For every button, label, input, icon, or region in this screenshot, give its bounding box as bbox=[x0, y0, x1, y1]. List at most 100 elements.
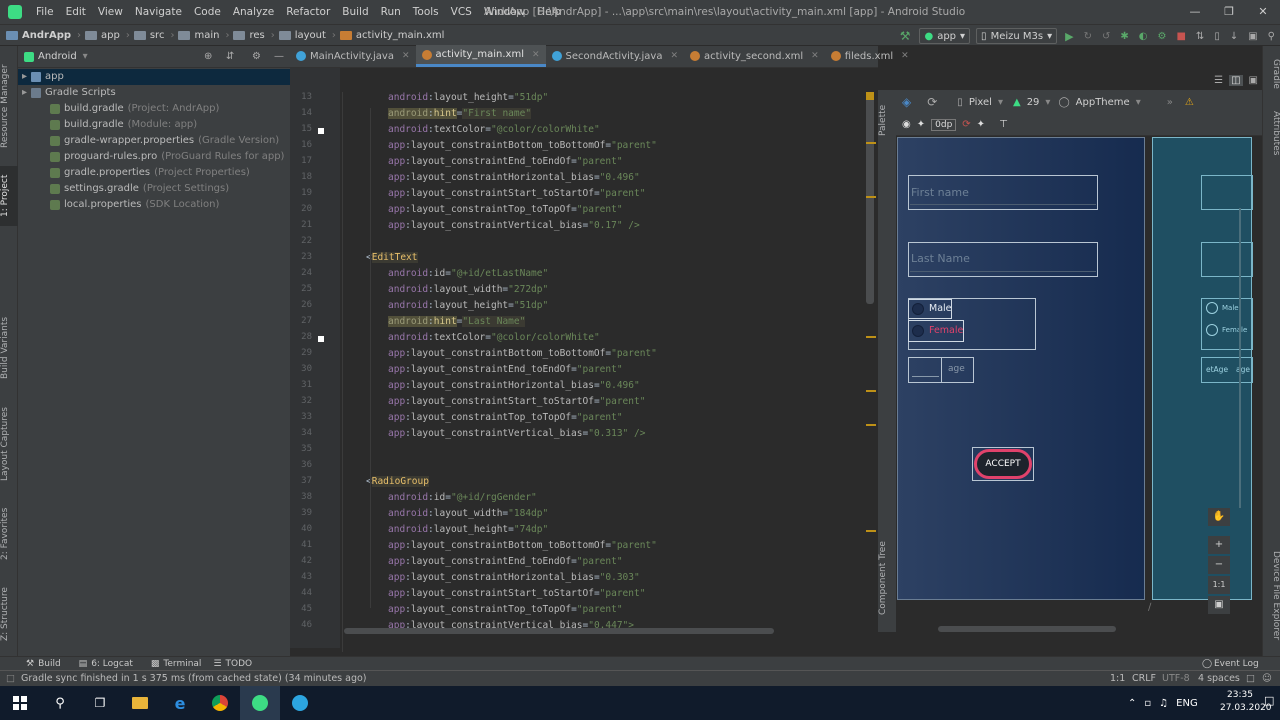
blueprint-preview[interactable]: Male Female etAge age bbox=[1152, 137, 1253, 600]
breadcrumb-item[interactable]: src bbox=[133, 30, 164, 41]
error-stripe-mark[interactable] bbox=[866, 196, 876, 198]
menu-code[interactable]: Code bbox=[188, 0, 227, 24]
project-tree-item[interactable]: ▸ Gradle Scripts bbox=[18, 85, 290, 101]
layout-inspector-icon[interactable]: ▣ bbox=[1248, 31, 1257, 42]
editor-tab[interactable]: activity_second.xml ✕ bbox=[684, 45, 825, 67]
project-tree-item[interactable]: local.properties (SDK Location) bbox=[18, 197, 290, 213]
tab-build-variants[interactable]: Build Variants bbox=[0, 316, 18, 380]
tab-resource-manager[interactable]: Resource Manager bbox=[0, 56, 18, 156]
color-swatch-icon[interactable] bbox=[318, 128, 324, 134]
menu-vcs[interactable]: VCS bbox=[445, 0, 478, 24]
clear-constraints-icon[interactable]: ⟳ bbox=[962, 119, 970, 130]
project-tree-item[interactable]: gradle.properties (Project Properties) bbox=[18, 165, 290, 181]
zoom-actual-size[interactable]: 1:1 bbox=[1208, 576, 1230, 594]
menu-refactor[interactable]: Refactor bbox=[280, 0, 336, 24]
project-view-select[interactable]: Android bbox=[38, 51, 77, 62]
male-radio[interactable]: Male bbox=[908, 299, 952, 319]
editor-tab[interactable]: MainActivity.java ✕ bbox=[290, 45, 416, 67]
breadcrumb-item[interactable]: layout bbox=[278, 30, 326, 41]
telegram-icon[interactable] bbox=[280, 686, 320, 720]
editor-tab[interactable]: SecondActivity.java ✕ bbox=[546, 45, 684, 67]
project-tree-item[interactable]: build.gradle (Module: app) bbox=[18, 117, 290, 133]
menu-run[interactable]: Run bbox=[375, 0, 407, 24]
clock[interactable]: 23:35 27.03.2020 bbox=[1220, 689, 1272, 715]
menu-file[interactable]: File bbox=[30, 0, 60, 24]
tab-logcat[interactable]: 6: Logcat bbox=[91, 659, 133, 669]
caret-position[interactable]: 1:1 bbox=[1110, 673, 1125, 684]
orientation-icon[interactable]: ⟳ bbox=[927, 95, 937, 109]
layers-icon[interactable]: ◈ bbox=[902, 95, 911, 109]
zoom-out-icon[interactable]: − bbox=[1208, 556, 1230, 574]
tab-project[interactable]: 1: Project bbox=[0, 166, 18, 226]
expand-arrow-icon[interactable]: ▸ bbox=[22, 69, 27, 85]
autoconnect-icon[interactable]: ✦ bbox=[917, 119, 925, 130]
file-explorer-icon[interactable] bbox=[120, 686, 160, 720]
device-select[interactable]: ▯ Meizu M3s ▾ bbox=[976, 28, 1058, 44]
split-view-icon[interactable]: ◫ bbox=[1229, 74, 1243, 86]
android-studio-taskbar-icon[interactable] bbox=[240, 686, 280, 720]
error-stripe-mark[interactable] bbox=[866, 424, 876, 426]
pan-hand-icon[interactable]: ✋ bbox=[1208, 508, 1230, 526]
warning-icon[interactable]: ⚠ bbox=[1185, 97, 1194, 108]
rerun-icon[interactable]: ↻ bbox=[1084, 31, 1092, 42]
tray-expand-icon[interactable]: ⌃ bbox=[1128, 698, 1136, 709]
close-tab-icon[interactable]: ✕ bbox=[402, 51, 410, 61]
tab-component-tree[interactable]: Component Tree bbox=[878, 540, 896, 616]
editor-vertical-scrollbar[interactable] bbox=[866, 92, 874, 304]
editor-tab[interactable]: fileds.xml ✕ bbox=[825, 45, 915, 67]
task-view-icon[interactable]: ❐ bbox=[80, 686, 120, 720]
theme-select[interactable]: AppTheme bbox=[1076, 97, 1130, 108]
tab-event-log[interactable]: Event Log bbox=[1214, 659, 1259, 669]
project-tree-item[interactable]: proguard-rules.pro (ProGuard Rules for ap… bbox=[18, 149, 290, 165]
avd-manager-icon[interactable]: ▯ bbox=[1214, 31, 1220, 42]
tab-device-file-explorer[interactable]: Device File Explorer bbox=[1263, 548, 1280, 644]
color-swatch-icon[interactable] bbox=[318, 336, 324, 342]
age-input[interactable] bbox=[908, 357, 942, 383]
close-icon[interactable]: ✕ bbox=[1246, 0, 1280, 24]
maximize-icon[interactable]: ❐ bbox=[1212, 0, 1246, 24]
align-icon[interactable]: ⊤ bbox=[999, 119, 1008, 130]
edge-icon[interactable]: e bbox=[160, 686, 200, 720]
code-view-icon[interactable]: ☰ bbox=[1214, 75, 1223, 86]
api-level-select[interactable]: 29 bbox=[1027, 97, 1040, 108]
tab-favorites[interactable]: 2: Favorites bbox=[0, 504, 18, 564]
close-tab-icon[interactable]: ✕ bbox=[901, 51, 909, 61]
close-tab-icon[interactable]: ✕ bbox=[532, 50, 540, 60]
menu-navigate[interactable]: Navigate bbox=[129, 0, 188, 24]
menu-edit[interactable]: Edit bbox=[60, 0, 92, 24]
design-preview[interactable]: First name Last Name Male Female age ACC… bbox=[897, 137, 1145, 600]
lock-icon[interactable]: □ bbox=[1246, 673, 1255, 684]
hammer-icon[interactable]: ⚒ bbox=[900, 29, 911, 43]
tab-terminal[interactable]: Terminal bbox=[163, 659, 201, 669]
run-config-select[interactable]: ● app ▾ bbox=[919, 28, 971, 44]
windows-start-icon[interactable] bbox=[0, 686, 40, 720]
zoom-fit-icon[interactable]: ▣ bbox=[1208, 596, 1230, 614]
error-stripe-mark[interactable] bbox=[866, 142, 876, 144]
chevron-down-icon[interactable]: ▾ bbox=[83, 51, 88, 62]
tab-todo[interactable]: TODO bbox=[226, 659, 253, 669]
menu-view[interactable]: View bbox=[92, 0, 129, 24]
apply-changes-icon[interactable]: ↺ bbox=[1102, 31, 1110, 42]
breadcrumb-item[interactable]: activity_main.xml bbox=[339, 30, 444, 41]
input-language[interactable]: ENG bbox=[1176, 698, 1198, 709]
design-view-icon[interactable]: ▣ bbox=[1249, 75, 1258, 86]
close-tab-icon[interactable]: ✕ bbox=[811, 51, 819, 61]
zoom-in-icon[interactable]: + bbox=[1208, 536, 1230, 554]
run-icon[interactable]: ▶ bbox=[1065, 30, 1073, 43]
sync-icon[interactable]: ⇅ bbox=[1196, 31, 1204, 42]
editor-tab[interactable]: activity_main.xml ✕ bbox=[415, 45, 546, 67]
device-select[interactable]: Pixel bbox=[969, 97, 992, 108]
error-stripe-mark[interactable] bbox=[866, 390, 876, 392]
status-toggle-icon[interactable]: □ bbox=[6, 673, 15, 684]
project-tree-item[interactable]: build.gradle (Project: AndrApp) bbox=[18, 101, 290, 117]
project-tree-item[interactable]: ▸ app bbox=[18, 69, 290, 85]
breadcrumb-item[interactable]: app bbox=[85, 30, 120, 41]
sdk-manager-icon[interactable]: ↓ bbox=[1230, 31, 1238, 42]
tab-structure[interactable]: Z: Structure bbox=[0, 584, 18, 644]
collapse-icon[interactable]: ⇵ bbox=[226, 51, 234, 62]
tab-layout-captures[interactable]: Layout Captures bbox=[0, 406, 18, 482]
tab-palette[interactable]: Palette bbox=[878, 98, 896, 142]
chrome-icon[interactable] bbox=[200, 686, 240, 720]
breadcrumb-item[interactable]: main bbox=[178, 30, 219, 41]
notifications-icon[interactable]: □ bbox=[1264, 694, 1274, 707]
